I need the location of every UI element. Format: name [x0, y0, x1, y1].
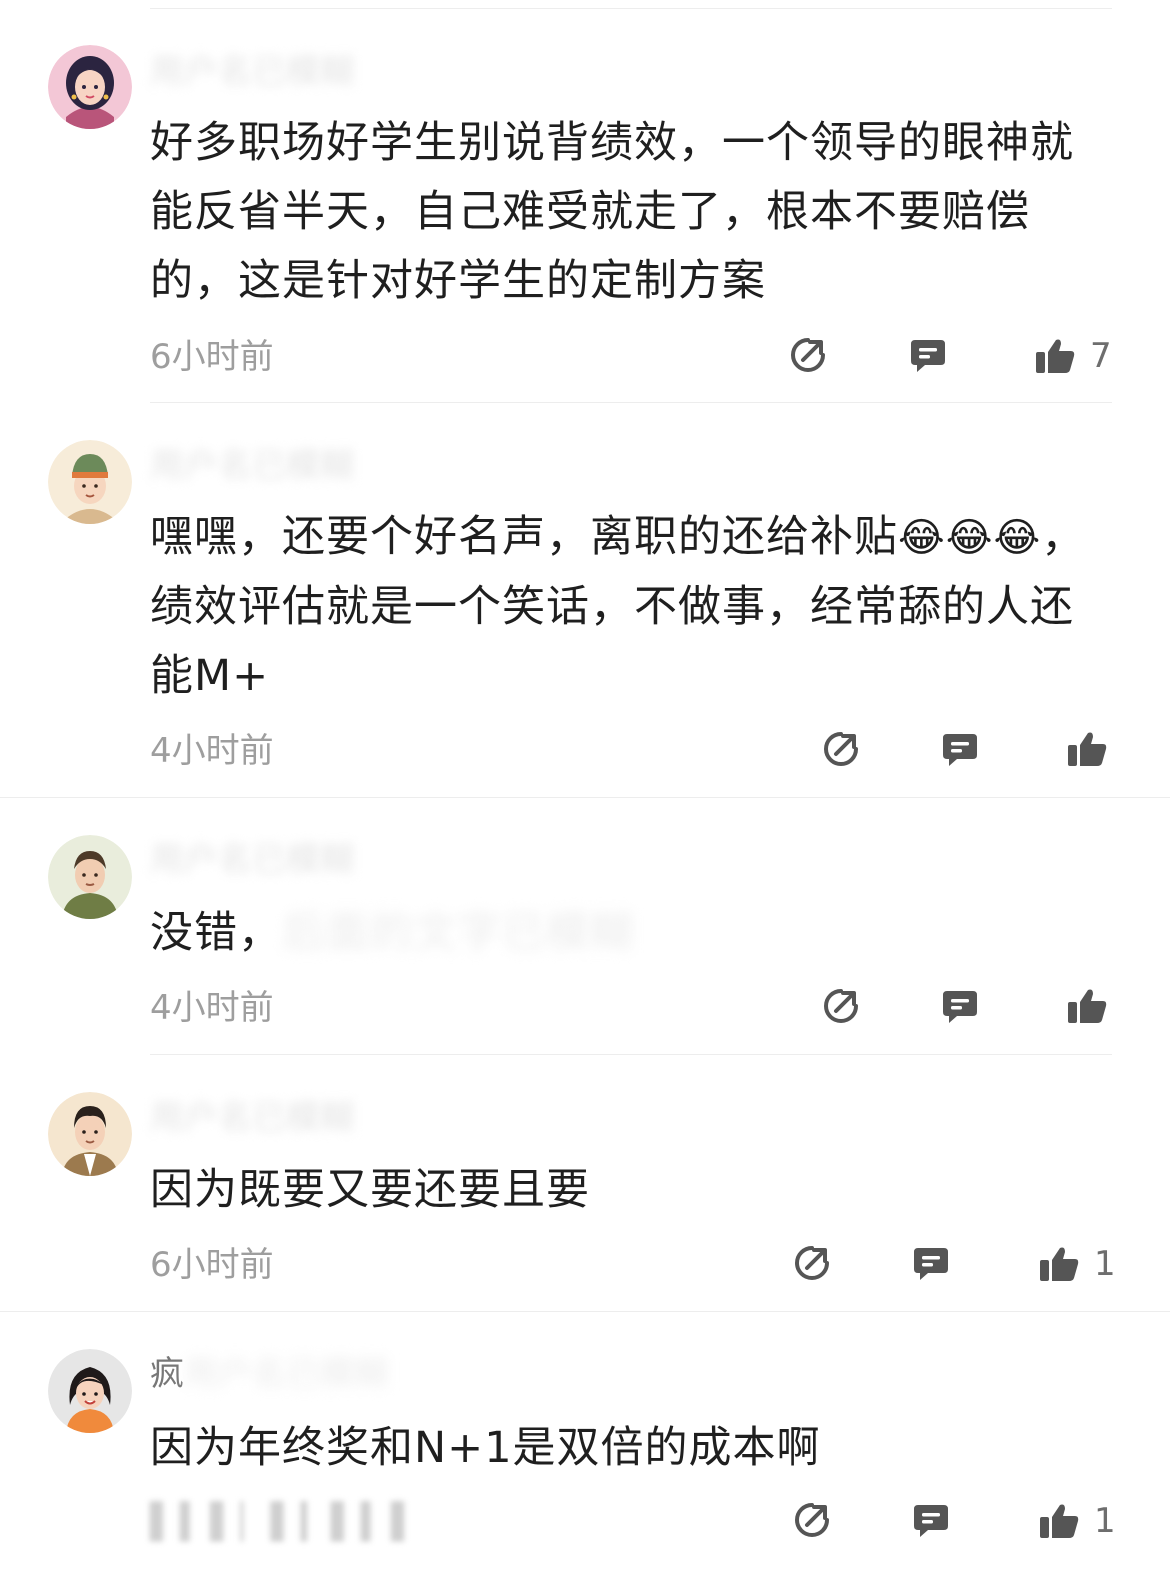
- reply-icon: [914, 1248, 948, 1280]
- share-icon: [795, 1503, 829, 1537]
- username[interactable]: 用户名已模糊: [150, 52, 354, 92]
- timestamp: 4小时前: [150, 731, 274, 771]
- username-visible: 疯: [150, 1354, 184, 1394]
- laughing-emoji: 😂😂😂: [898, 515, 1042, 561]
- avatar[interactable]: [48, 440, 132, 524]
- like-button[interactable]: [1066, 987, 1122, 1025]
- avatar[interactable]: [48, 1092, 132, 1176]
- thumbs-up-icon: [1068, 989, 1107, 1023]
- share-icon: [824, 989, 858, 1023]
- reply-button[interactable]: [912, 1502, 950, 1540]
- thumbs-up-icon: [1036, 339, 1075, 373]
- share-button[interactable]: [822, 730, 860, 768]
- like-count: 7: [1090, 336, 1112, 376]
- share-icon: [824, 732, 858, 766]
- like-button[interactable]: 1: [1038, 1244, 1116, 1284]
- divider: [150, 1054, 1112, 1055]
- divider: [0, 1311, 1170, 1312]
- avatar[interactable]: [48, 1349, 132, 1433]
- username[interactable]: 用户名已模糊: [150, 1098, 354, 1138]
- thumbs-up-icon: [1040, 1247, 1079, 1281]
- thumbs-up-icon: [1040, 1504, 1079, 1538]
- share-icon: [791, 338, 825, 372]
- comment-text-part: 嘿嘿，还要个好名声，离职的还给补贴: [150, 512, 898, 562]
- reply-icon: [943, 734, 977, 766]
- reply-icon: [911, 340, 945, 372]
- share-button[interactable]: [822, 987, 860, 1025]
- timestamp: 6小时前: [150, 337, 274, 377]
- like-count: 1: [1094, 1501, 1116, 1541]
- avatar[interactable]: [48, 45, 132, 129]
- comment-text: 没错，后面的文字已模糊: [150, 899, 1110, 968]
- comment-text: 嘿嘿，还要个好名声，离职的还给补贴😂😂😂，绩效评估就是一个笑话，不做事，经常舔的…: [150, 503, 1110, 711]
- comment-text-part: 没错，: [150, 908, 282, 958]
- share-button[interactable]: [793, 1501, 831, 1539]
- like-count: 1: [1094, 1244, 1116, 1284]
- divider: [0, 797, 1170, 798]
- like-button[interactable]: 7: [1034, 336, 1112, 376]
- reply-button[interactable]: [909, 337, 947, 375]
- divider: [150, 402, 1112, 403]
- blurred-text: 后面的文字已模糊: [282, 908, 634, 958]
- like-button[interactable]: 1: [1038, 1501, 1116, 1541]
- reply-button[interactable]: [941, 731, 979, 769]
- like-button[interactable]: [1066, 730, 1122, 768]
- username[interactable]: 用户名已模糊: [150, 840, 354, 880]
- divider: [150, 8, 1112, 9]
- share-button[interactable]: [793, 1244, 831, 1282]
- username[interactable]: 用户名已模糊: [150, 446, 354, 486]
- share-icon: [795, 1246, 829, 1280]
- reply-button[interactable]: [912, 1245, 950, 1283]
- share-button[interactable]: [789, 336, 827, 374]
- avatar[interactable]: [48, 835, 132, 919]
- timestamp: 6小时前: [150, 1245, 274, 1285]
- reply-button[interactable]: [941, 988, 979, 1026]
- reply-icon: [943, 991, 977, 1023]
- reply-icon: [914, 1505, 948, 1537]
- thumbs-up-icon: [1068, 732, 1107, 766]
- timestamp: ▌▍▌▏▌▎▌▍▌: [150, 1502, 422, 1542]
- comment-text: 因为年终奖和N+1是双倍的成本啊: [150, 1423, 821, 1473]
- comment-text: 因为既要又要还要且要: [150, 1165, 590, 1215]
- timestamp: 4小时前: [150, 988, 274, 1028]
- blurred-username: 用户名已模糊: [184, 1354, 388, 1394]
- username[interactable]: 疯用户名已模糊: [150, 1354, 388, 1394]
- comment-text: 好多职场好学生别说背绩效，一个领导的眼神就能反省半天，自己难受就走了，根本不要赔…: [150, 118, 1074, 306]
